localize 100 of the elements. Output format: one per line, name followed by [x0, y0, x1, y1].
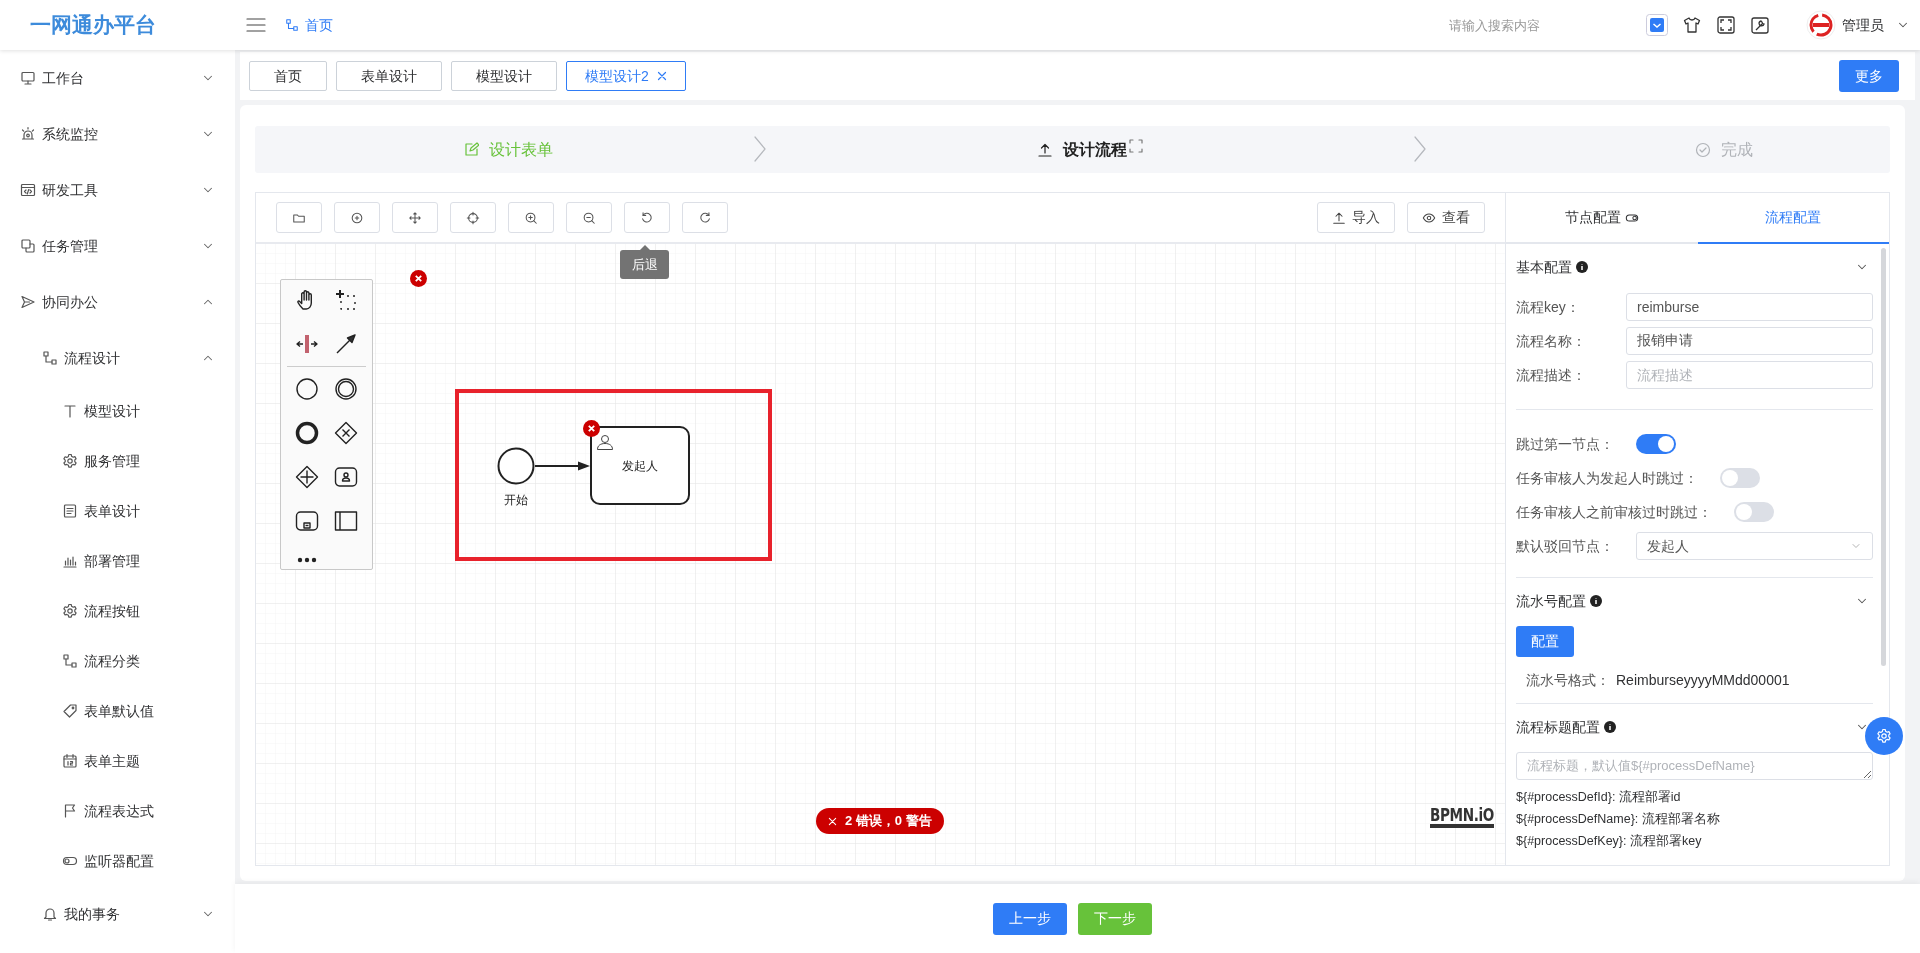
sidebar-item[interactable]: 模型设计	[0, 386, 235, 436]
page-tab[interactable]: 首页	[249, 61, 327, 91]
step-item: 完成	[1695, 137, 1753, 162]
section-title[interactable]: 流程标题配置	[1516, 716, 1600, 738]
select-field[interactable]: 发起人	[1636, 532, 1873, 560]
end-event-icon[interactable]	[294, 421, 319, 445]
page-tab[interactable]: 表单设计	[336, 61, 442, 91]
page-tab[interactable]: 模型设计2	[566, 61, 686, 91]
space-tool-icon[interactable]	[294, 332, 319, 356]
document-icon	[62, 503, 78, 519]
bell-icon	[42, 906, 58, 922]
user-task[interactable]: 发起人	[590, 426, 690, 505]
upload-icon	[1332, 210, 1346, 225]
error-marker-icon[interactable]	[410, 270, 427, 287]
app-logo[interactable]: 一网通办平台	[30, 13, 156, 37]
undo-icon	[640, 210, 654, 225]
more-icon[interactable]	[296, 557, 317, 563]
page-tab[interactable]: 模型设计	[451, 61, 557, 91]
copy-icon	[20, 238, 36, 254]
title-textarea[interactable]: 流程标题，默认值${#processDefName}	[1516, 752, 1873, 780]
connect-arrow-icon[interactable]	[334, 332, 359, 356]
variable-hint: ${#processDefKey}: 流程部署key	[1516, 833, 1703, 850]
parallel-gateway-icon[interactable]	[294, 465, 319, 489]
pool-icon[interactable]	[334, 509, 359, 533]
input-field[interactable]: 流程描述	[1626, 361, 1873, 389]
zoom-in-button[interactable]	[508, 202, 554, 233]
bpmn-logo-link[interactable]: BPMN.iO	[1430, 806, 1494, 828]
send-icon	[20, 294, 36, 310]
add-button[interactable]	[334, 202, 380, 233]
gear-icon	[62, 453, 78, 469]
toggle-switch[interactable]	[1720, 468, 1760, 488]
sidebar-item[interactable]: 监听器配置	[0, 836, 235, 886]
sidebar-item[interactable]: 服务管理	[0, 436, 235, 486]
monitor-icon	[20, 70, 36, 86]
sidebar-item[interactable]: 任务管理	[0, 218, 235, 274]
start-event-icon[interactable]	[294, 377, 319, 401]
panel-tab[interactable]: 节点配置	[1506, 193, 1698, 244]
wrench-icon[interactable]	[1750, 15, 1770, 35]
text-icon	[62, 403, 78, 419]
sidebar-item[interactable]: 工作台	[0, 50, 235, 106]
breadcrumb-link[interactable]: 首页	[285, 14, 333, 36]
fullscreen-icon[interactable]	[1716, 15, 1736, 35]
sidebar-item[interactable]: 协同办公	[0, 274, 235, 330]
toggle-switch[interactable]	[1734, 502, 1774, 522]
start-event[interactable]	[497, 447, 535, 485]
dropdown-toggle-icon[interactable]	[1646, 14, 1668, 36]
config-button[interactable]: 配置	[1516, 626, 1574, 657]
field-label: 默认驳回节点：	[1516, 536, 1615, 556]
import-button[interactable]: 导入	[1317, 202, 1395, 233]
flow-nodes-icon	[42, 350, 58, 366]
toggle-switch[interactable]	[1636, 434, 1676, 454]
exclusive-gateway-icon[interactable]	[334, 421, 359, 445]
sidebar-item[interactable]: 研发工具	[0, 162, 235, 218]
field-label: 流程名称：	[1516, 331, 1587, 351]
sidebar-item[interactable]: 流程表达式	[0, 786, 235, 836]
sidebar-item[interactable]: 系统监控	[0, 106, 235, 162]
panel-tab[interactable]: 流程配置	[1697, 193, 1889, 244]
sidebar-item[interactable]: 流程按钮	[0, 586, 235, 636]
zoom-out-icon	[582, 210, 596, 225]
section-title[interactable]: 流水号配置	[1516, 590, 1586, 612]
sidebar-item[interactable]: 表单主题	[0, 736, 235, 786]
eye-icon	[1422, 210, 1436, 225]
zoom-out-button[interactable]	[566, 202, 612, 233]
lint-errors-button[interactable]: 2 错误，0 警告	[816, 808, 944, 834]
sidebar-item[interactable]: 流程分类	[0, 636, 235, 686]
sidebar-item[interactable]: 流程设计	[0, 330, 235, 386]
search-field[interactable]: 请输入搜索内容	[1394, 10, 1594, 40]
avatar[interactable]	[1806, 10, 1836, 40]
sidebar-item[interactable]: 部署管理	[0, 536, 235, 586]
sidebar-item[interactable]: 表单设计	[0, 486, 235, 536]
more-button[interactable]: 更多	[1839, 60, 1899, 92]
subprocess-icon[interactable]	[294, 509, 319, 533]
intermediate-event-icon[interactable]	[334, 377, 359, 401]
user-name[interactable]: 管理员	[1842, 14, 1884, 36]
input-field[interactable]: 报销申请	[1626, 327, 1873, 355]
check-circle-icon	[1695, 141, 1711, 158]
sidebar-item[interactable]: 我的事务	[0, 886, 235, 942]
chevron-right-icon	[1413, 135, 1427, 163]
input-field[interactable]: reimburse	[1626, 293, 1873, 321]
variable-hint: ${#processDefName}: 流程部署名称	[1516, 811, 1721, 828]
error-marker-icon[interactable]	[583, 420, 600, 437]
plus-circle-icon	[350, 210, 364, 225]
field-label: 流程key：	[1516, 297, 1581, 317]
previous-button[interactable]: 上一步	[993, 902, 1067, 935]
gear-icon	[62, 603, 78, 619]
user-task-icon[interactable]	[334, 465, 359, 489]
flow-nodes-icon	[62, 653, 78, 669]
sidebar-item[interactable]: 表单默认值	[0, 686, 235, 736]
zoom-in-icon	[524, 210, 538, 225]
serial-format-value: ReimburseyyyyMMdd00001	[1616, 670, 1790, 690]
close-icon	[656, 71, 667, 81]
lasso-tool-icon[interactable]	[334, 288, 359, 312]
info-icon	[1576, 261, 1588, 273]
view-button[interactable]: 查看	[1407, 202, 1485, 233]
section-title[interactable]: 基本配置	[1516, 256, 1572, 278]
move-icon	[408, 210, 422, 225]
center-button[interactable]	[450, 202, 496, 233]
shirt-icon[interactable]	[1682, 15, 1702, 35]
sequence-flow-arrow[interactable]	[535, 460, 590, 472]
switch-label: 任务审核人之前审核过时跳过：	[1516, 502, 1712, 522]
